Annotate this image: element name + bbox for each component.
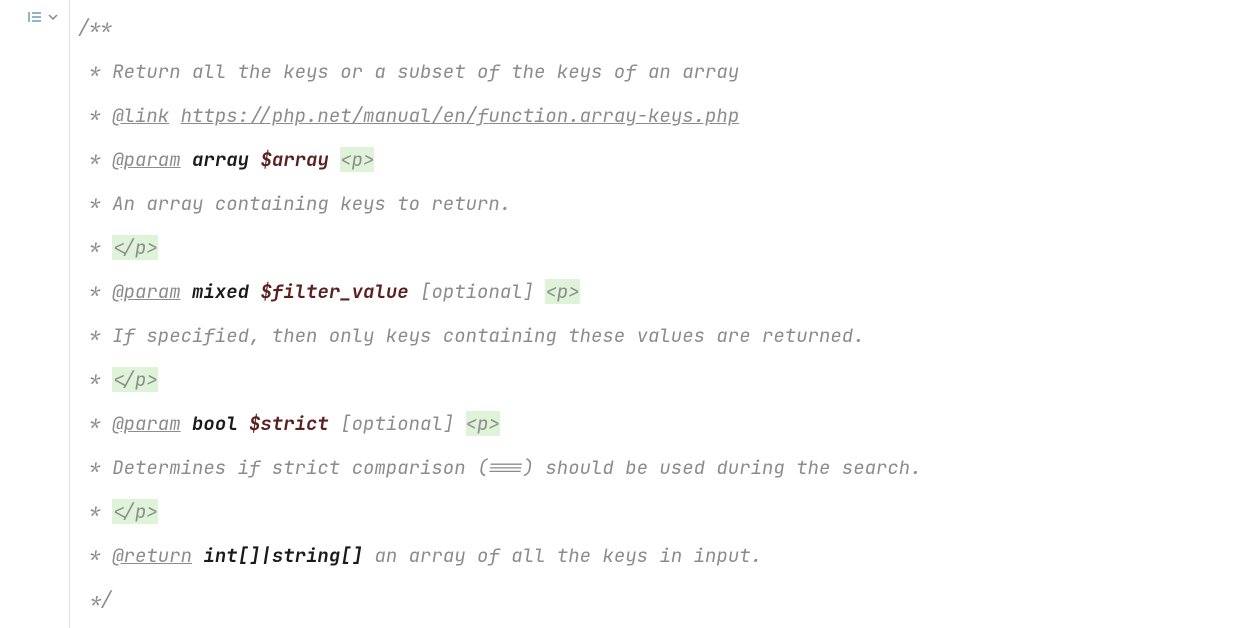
param-filter-line: * @param mixed $filter_value [optional] … [78, 270, 922, 314]
doc-summary-line: * Return all the keys or a subset of the… [78, 50, 922, 94]
param-array-desc: * An array containing keys to return. [78, 182, 922, 226]
param-type: bool [192, 411, 238, 436]
param-array-line: * @param array $array <p> [78, 138, 922, 182]
doc-summary: Return all the keys or a subset of the k… [112, 59, 739, 84]
p-close-line: * </p> [78, 226, 922, 270]
param-tag: @param [112, 147, 180, 172]
reader-mode-toggle[interactable] [27, 8, 59, 26]
render-docs-icon [27, 8, 45, 26]
return-tag: @return [112, 543, 192, 568]
p-open-tag: <p> [466, 411, 500, 436]
doc-link-line: * @link https://php.net/manual/en/functi… [78, 94, 922, 138]
return-desc: an array of all the keys in input. [374, 543, 762, 568]
p-close-tag: </p> [112, 499, 158, 524]
chevron-down-icon [47, 11, 59, 23]
return-type: int[]|string[] [203, 543, 363, 568]
param-strict-line: * @param bool $strict [optional] <p> [78, 402, 922, 446]
optional-marker: [optional] [340, 411, 454, 436]
param-strict-desc: * Determines if strict comparison (===) … [78, 446, 922, 490]
param-tag: @param [112, 411, 180, 436]
docblock-region[interactable]: /** * Return all the keys or a subset of… [70, 0, 922, 628]
param-filter-desc: * If specified, then only keys containin… [78, 314, 922, 358]
param-type: mixed [192, 279, 249, 304]
optional-marker: [optional] [420, 279, 534, 304]
param-type: array [192, 147, 249, 172]
p-close-line: * </p> [78, 358, 922, 402]
return-line: * @return int[]|string[] an array of all… [78, 534, 922, 578]
param-name: $array [260, 147, 328, 172]
param-name: $filter_value [260, 279, 408, 304]
doc-open: /** [78, 6, 922, 50]
link-tag: @link [112, 103, 169, 128]
p-open-tag: <p> [545, 279, 579, 304]
p-close-line: * </p> [78, 490, 922, 534]
editor-gutter [0, 0, 70, 628]
doc-url[interactable]: https://php.net/manual/en/function.array… [181, 103, 740, 128]
param-name: $strict [249, 411, 329, 436]
doc-close: */ [78, 578, 922, 622]
p-close-tag: </p> [112, 235, 158, 260]
param-tag: @param [112, 279, 180, 304]
p-open-tag: <p> [340, 147, 374, 172]
p-close-tag: </p> [112, 367, 158, 392]
